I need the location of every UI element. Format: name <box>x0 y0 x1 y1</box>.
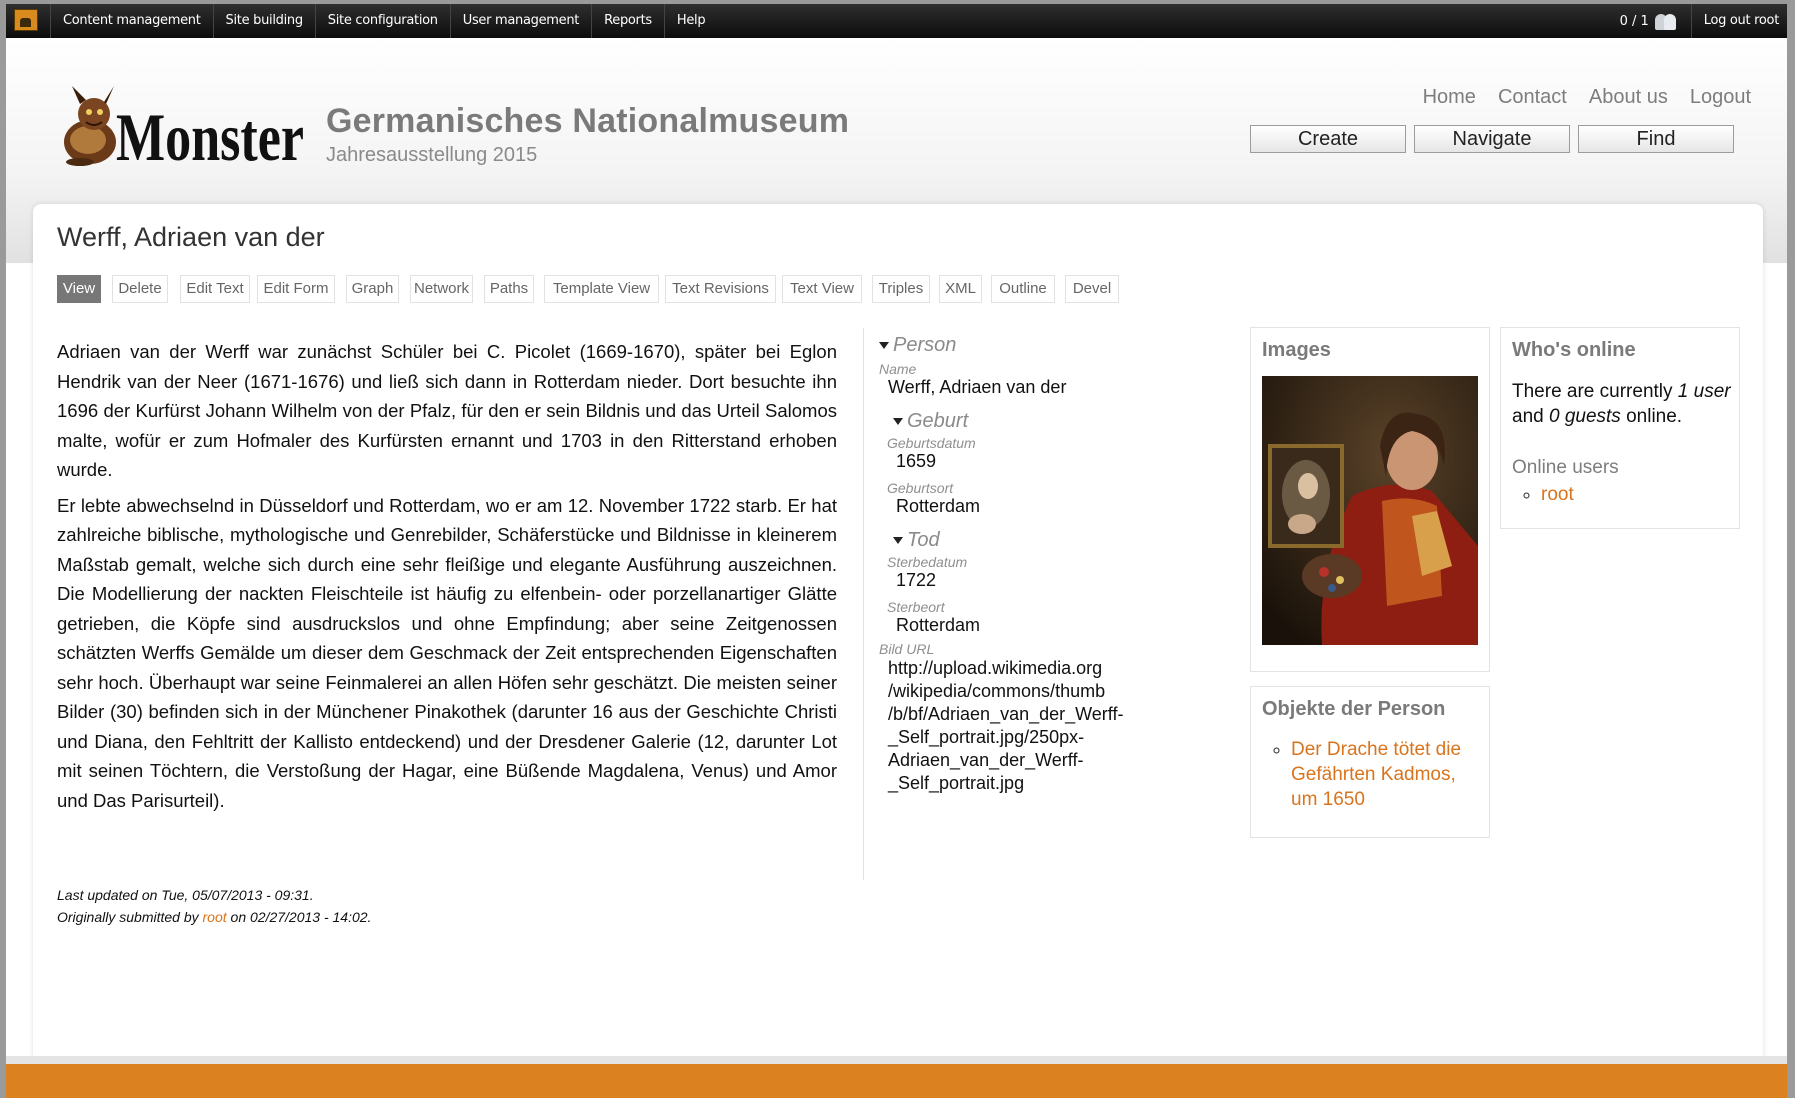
field-value-bild-url: http://upload.wikimedia.org /wikipedia/c… <box>888 658 1124 793</box>
link-home[interactable]: Home <box>1423 86 1476 109</box>
create-button[interactable]: Create <box>1250 125 1406 153</box>
tab-view[interactable]: View <box>57 275 101 303</box>
admin-menu-bar: Content management Site building Site co… <box>6 4 1787 38</box>
site-slogan: Jahresausstellung 2015 <box>326 144 538 166</box>
tab-devel[interactable]: Devel <box>1065 275 1119 303</box>
site-logo[interactable]: Monster <box>58 78 308 168</box>
portrait-image[interactable] <box>1262 376 1478 645</box>
link-logout[interactable]: Logout <box>1690 86 1751 109</box>
quick-buttons: Create Navigate Find <box>1250 125 1734 153</box>
objekte-block-title: Objekte der Person <box>1262 698 1446 720</box>
monster-mascot-icon <box>64 86 116 166</box>
objekte-list: Der Drache tötet die Gefährten Kadmos, u… <box>1291 737 1481 812</box>
tab-outline[interactable]: Outline <box>991 275 1055 303</box>
images-block-title: Images <box>1262 339 1331 361</box>
body-paragraph: Adriaen van der Werff war zunächst Schül… <box>57 341 837 480</box>
field-label-name: Name <box>879 361 917 377</box>
fieldset-person[interactable]: Person <box>879 334 1179 357</box>
whos-online-block: Who's online There are currently 1 user … <box>1500 327 1740 529</box>
column-divider <box>863 328 864 880</box>
tab-text-revisions[interactable]: Text Revisions <box>665 275 776 303</box>
tab-graph[interactable]: Graph <box>346 275 399 303</box>
tab-edit-text[interactable]: Edit Text <box>180 275 250 303</box>
site-footer <box>6 1064 1787 1098</box>
online-user-link[interactable]: root <box>1541 484 1574 505</box>
submitted-prefix: Originally submitted by <box>57 909 199 925</box>
tab-xml[interactable]: XML <box>939 275 982 303</box>
tab-triples[interactable]: Triples <box>872 275 930 303</box>
page-title: Werff, Adriaen van der <box>57 222 325 252</box>
navigate-button[interactable]: Navigate <box>1414 125 1570 153</box>
link-about-us[interactable]: About us <box>1589 86 1668 109</box>
person-fields: Person Name Werff, Adriaen van der Gebur… <box>879 334 1179 795</box>
admin-menu-content-management[interactable]: Content management <box>50 4 213 38</box>
body-paragraph: Er lebte abwechselnd in Düsseldorf und R… <box>57 494 837 811</box>
tab-text-view[interactable]: Text View <box>782 275 862 303</box>
author-link[interactable]: root <box>203 909 227 925</box>
admin-logout-link[interactable]: Log out root <box>1690 4 1783 38</box>
tab-delete[interactable]: Delete <box>112 275 168 303</box>
content-card: Werff, Adriaen van der View Delete Edit … <box>33 204 1763 1084</box>
tab-edit-form[interactable]: Edit Form <box>257 275 335 303</box>
online-users-label: Online users <box>1512 457 1619 478</box>
whos-online-title: Who's online <box>1512 339 1636 361</box>
tab-network[interactable]: Network <box>410 275 473 303</box>
users-icon[interactable] <box>1654 12 1679 30</box>
tab-template-view[interactable]: Template View <box>544 275 659 303</box>
link-contact[interactable]: Contact <box>1498 86 1567 109</box>
site-name[interactable]: Germanisches Nationalmuseum <box>326 102 849 141</box>
admin-menu-site-building[interactable]: Site building <box>212 4 315 38</box>
online-users-list: root <box>1541 484 1574 506</box>
field-value-name: Werff, Adriaen van der <box>888 377 1067 397</box>
find-button[interactable]: Find <box>1578 125 1734 153</box>
fieldset-geburt[interactable]: Geburt <box>893 410 1179 433</box>
admin-menu: Content management Site building Site co… <box>50 4 717 38</box>
images-block: Images <box>1250 327 1490 672</box>
last-updated: Last updated on Tue, 05/07/2013 - 09:31. <box>57 887 314 903</box>
submitted-by: Originally submitted by root on 02/27/20… <box>57 906 371 928</box>
admin-menu-right: 0 / 1 Log out root <box>1620 4 1783 38</box>
field-value-sterbeort: Rotterdam <box>896 615 981 635</box>
objekte-block: Objekte der Person Der Drache tötet die … <box>1250 686 1490 838</box>
field-label-geburtsort: Geburtsort <box>887 480 954 496</box>
submitted-suffix: on 02/27/2013 - 14:02. <box>230 909 372 925</box>
node-meta: Last updated on Tue, 05/07/2013 - 09:31.… <box>57 884 371 928</box>
admin-menu-reports[interactable]: Reports <box>591 4 664 38</box>
secondary-links: Home Contact About us Logout <box>1423 86 1751 109</box>
field-value-geburtsdatum: 1659 <box>896 451 937 471</box>
collapse-triangle-icon <box>879 342 889 350</box>
admin-home-icon[interactable] <box>14 9 38 31</box>
field-label-sterbedatum: Sterbedatum <box>887 554 968 570</box>
collapse-triangle-icon <box>893 418 903 426</box>
footer-separator <box>6 1056 1787 1064</box>
collapse-triangle-icon <box>893 537 903 545</box>
browser-page: Content management Site building Site co… <box>6 4 1787 1098</box>
list-item: root <box>1541 484 1574 506</box>
admin-menu-help[interactable]: Help <box>663 4 717 38</box>
fieldset-tod-wrap: Tod Sterbedatum 1722 Sterbeort Rotterdam <box>887 529 1179 636</box>
field-label-bild-url: Bild URL <box>879 641 935 657</box>
node-body: Adriaen van der Werff war zunächst Schül… <box>57 337 837 821</box>
objekt-link[interactable]: Der Drache tötet die Gefährten Kadmos, u… <box>1291 739 1461 810</box>
fieldset-tod[interactable]: Tod <box>893 529 1179 552</box>
field-label-sterbeort: Sterbeort <box>887 599 945 615</box>
online-summary: There are currently 1 user and 0 guests … <box>1512 381 1731 427</box>
fieldset-geburt-wrap: Geburt Geburtsdatum 1659 Geburtsort Rott… <box>887 410 1179 517</box>
admin-menu-user-management[interactable]: User management <box>449 4 591 38</box>
logo-wordmark: Monster <box>116 99 304 168</box>
user-count: 0 / 1 <box>1619 13 1649 29</box>
field-label-geburtsdatum: Geburtsdatum <box>887 435 976 451</box>
admin-menu-site-configuration[interactable]: Site configuration <box>314 4 450 38</box>
list-item: Der Drache tötet die Gefährten Kadmos, u… <box>1291 737 1481 812</box>
tab-paths[interactable]: Paths <box>484 275 534 303</box>
field-value-geburtsort: Rotterdam <box>896 496 981 516</box>
field-value-sterbedatum: 1722 <box>896 570 937 590</box>
